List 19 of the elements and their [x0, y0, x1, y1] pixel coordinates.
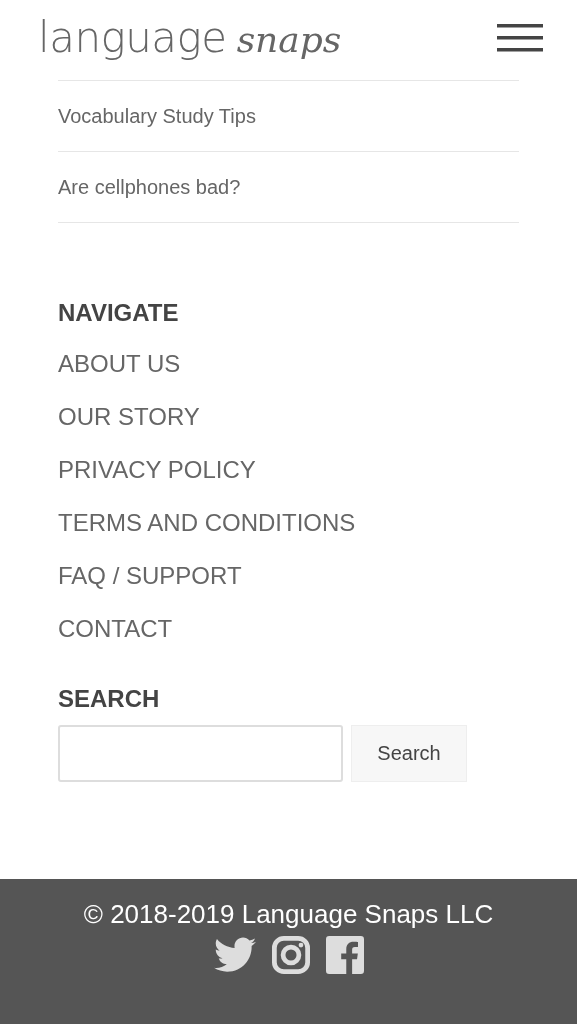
search-button[interactable]: Search	[351, 725, 467, 782]
section-heading: NAVIGATE	[58, 299, 179, 327]
section-heading: SEARCH	[58, 685, 161, 713]
facebook-icon[interactable]	[325, 936, 364, 974]
logo-text[interactable]: language	[38, 12, 227, 62]
nav-link[interactable]: CONTACT	[58, 602, 173, 655]
nav-link[interactable]: PRIVACY POLICY	[58, 443, 256, 496]
nav-link[interactable]: OUR STORY	[58, 390, 200, 443]
twitter-icon[interactable]	[213, 937, 256, 973]
post-link[interactable]: Are cellphones bad?	[58, 175, 241, 199]
nav-link[interactable]: FAQ / SUPPORT	[58, 549, 242, 602]
post-link[interactable]: Vocabulary Study Tips	[58, 104, 256, 128]
menu-icon[interactable]	[497, 24, 543, 52]
instagram-icon[interactable]	[271, 936, 310, 974]
search-field[interactable]	[58, 725, 343, 782]
nav-link[interactable]: ABOUT US	[58, 337, 181, 390]
nav-link[interactable]: TERMS AND CONDITIONS	[58, 496, 356, 549]
logo-script-text[interactable]: snaps	[236, 18, 342, 60]
copyright-text: © 2018-2019 Language Snaps LLC	[83, 899, 494, 930]
